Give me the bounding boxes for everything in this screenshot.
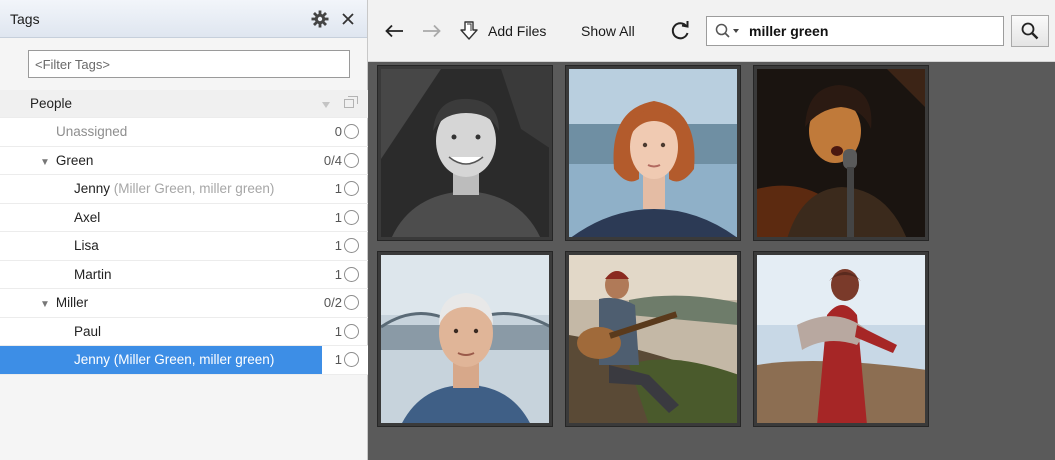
tree-item-label: Lisa	[74, 238, 99, 254]
group-label: People	[30, 96, 73, 111]
tree-group-people[interactable]: People	[0, 90, 368, 118]
tree-item-miller[interactable]: ▼ Miller 0/2	[0, 289, 368, 318]
group-header-icons	[322, 96, 358, 111]
expand-arrow-icon[interactable]: ▼	[40, 299, 50, 310]
search-button[interactable]	[1011, 15, 1049, 47]
filter-tags-input[interactable]	[28, 50, 350, 78]
item-radio[interactable]	[344, 181, 359, 197]
item-radio[interactable]	[344, 323, 359, 339]
tree-item-label-wrap: ▼ Green	[40, 153, 93, 168]
tree-item-alias: (Miller Green, miller green)	[113, 181, 275, 197]
item-count: 0/4	[323, 152, 342, 168]
add-files-button[interactable]: Add Files	[458, 18, 546, 44]
thumbnail-singer-woman[interactable]	[753, 65, 929, 241]
item-count: 0/2	[323, 295, 342, 311]
thumbnail-older-man[interactable]	[377, 251, 553, 427]
search-input[interactable]	[747, 22, 991, 40]
sort-icon[interactable]	[322, 96, 330, 111]
tree-item-jenny-miller[interactable]: Jenny (Miller Green, miller green) 1	[0, 346, 368, 375]
close-icon[interactable]	[337, 8, 359, 30]
tree-item-label: Jenny	[74, 181, 111, 197]
back-arrow-icon[interactable]	[382, 20, 406, 42]
item-count: 1	[334, 209, 342, 225]
add-files-label: Add Files	[488, 23, 547, 39]
expand-arrow-icon[interactable]: ▼	[40, 157, 50, 168]
tree-item-unassigned[interactable]: Unassigned 0	[0, 118, 368, 147]
search-options-icon[interactable]	[715, 23, 741, 39]
tags-panel: Tags People Unassigned 0	[0, 0, 368, 460]
tags-panel-header: Tags	[0, 0, 367, 38]
item-radio[interactable]	[344, 152, 359, 168]
tree-item-jenny-green[interactable]: Jenny (Miller Green, miller green) 1	[0, 175, 368, 204]
tree-item-axel[interactable]: Axel 1	[0, 204, 368, 232]
thumbnail-smiling-man[interactable]	[377, 65, 553, 241]
tree-item-label: Unassigned	[56, 124, 128, 140]
tree-item-label-wrap: Jenny (Miller Green, miller green)	[74, 181, 274, 196]
photo-image	[569, 69, 737, 237]
photo-image	[757, 69, 925, 237]
item-radio[interactable]	[344, 266, 359, 282]
tree-item-label: Martin	[74, 266, 112, 282]
thumbnail-woman-scarf[interactable]	[753, 251, 929, 427]
tree-item-green[interactable]: ▼ Green 0/4	[0, 147, 368, 175]
item-radio[interactable]	[344, 124, 359, 140]
photo-image	[381, 255, 549, 423]
tree-item-label: Green	[55, 152, 94, 168]
tag-tree: People Unassigned 0 ▼ Green 0/4 Jenny (M…	[0, 90, 368, 375]
photo-image	[757, 255, 925, 423]
tree-item-label: Paul	[74, 323, 102, 339]
tree-item-lisa[interactable]: Lisa 1	[0, 232, 368, 261]
tree-item-paul[interactable]: Paul 1	[0, 318, 368, 346]
gear-icon[interactable]	[309, 8, 331, 30]
tree-item-label: Jenny (Miller Green, miller green)	[74, 352, 275, 368]
item-count: 1	[334, 181, 342, 197]
item-radio[interactable]	[344, 295, 359, 311]
forward-arrow-icon[interactable]	[420, 20, 444, 42]
item-count: 0	[334, 124, 342, 140]
tree-item-label: Miller	[55, 295, 89, 311]
panel-title: Tags	[10, 10, 40, 27]
search-icon	[1021, 22, 1039, 40]
show-all-label: Show All	[581, 23, 635, 39]
item-count: 1	[334, 352, 342, 368]
add-files-icon	[458, 21, 480, 41]
toolbar: Add Files Show All	[368, 0, 1055, 62]
thumbnail-guitar-man[interactable]	[565, 251, 741, 427]
tree-item-label: Axel	[74, 209, 101, 225]
item-radio[interactable]	[344, 209, 359, 225]
panel-empty-area	[0, 379, 367, 460]
item-count: 1	[334, 266, 342, 282]
refresh-icon[interactable]	[667, 18, 693, 44]
image-grid	[368, 62, 1055, 460]
search-box[interactable]	[706, 16, 1004, 46]
show-all-button[interactable]: Show All	[581, 18, 635, 44]
tree-item-label-wrap: ▼ Miller	[40, 295, 88, 310]
item-count: 1	[334, 238, 342, 254]
item-radio[interactable]	[344, 238, 359, 254]
item-count: 1	[334, 323, 342, 339]
photo-image	[381, 69, 549, 237]
filter-area	[0, 38, 367, 90]
photo-image	[569, 255, 737, 423]
collapse-all-icon[interactable]	[344, 96, 358, 111]
thumbnail-redhead-woman[interactable]	[565, 65, 741, 241]
tree-item-martin[interactable]: Martin 1	[0, 261, 368, 289]
